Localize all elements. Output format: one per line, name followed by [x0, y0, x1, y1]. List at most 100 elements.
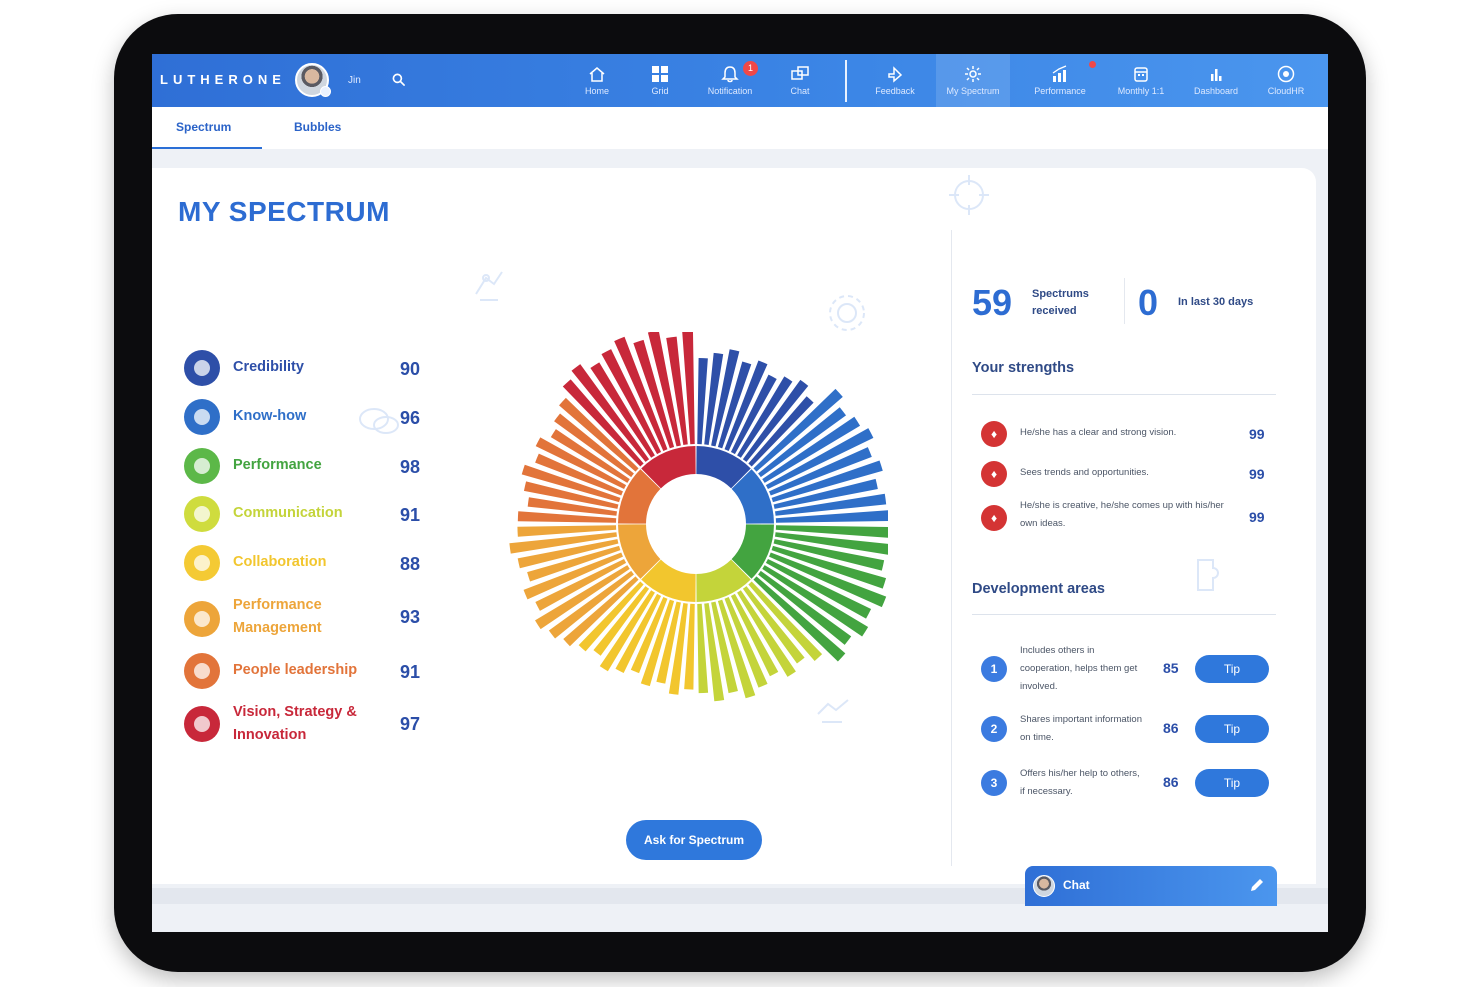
strength-icon: ♦	[981, 461, 1007, 487]
strength-text: Sees trends and opportunities.	[1020, 467, 1149, 478]
category-label: Performance Management	[233, 597, 322, 636]
strength-text: He/she is creative, he/she comes up with…	[1020, 500, 1224, 529]
development-divider	[972, 614, 1276, 615]
leadership-icon	[184, 653, 220, 689]
category-label: Know-how	[233, 408, 307, 424]
strength-icon: ♦	[981, 505, 1007, 531]
nav-performance[interactable]: Performance	[1023, 54, 1097, 107]
category-value: 97	[400, 714, 421, 734]
nav-chat-label: Chat	[790, 86, 810, 96]
category-value: 98	[400, 457, 421, 477]
brain-decoration-icon	[949, 175, 989, 215]
category-communication[interactable]: Communication 91	[184, 496, 434, 534]
development-text: Includes others in cooperation, helps th…	[1020, 645, 1138, 692]
ask-for-spectrum-button[interactable]: Ask for Spectrum	[626, 820, 762, 860]
spectrum-card: MY SPECTRUM Credibility 90 Know-how 96 P…	[152, 168, 1316, 884]
nav-my-spectrum-label: My Spectrum	[946, 86, 1000, 96]
brand-logo[interactable]: LUTHERONE	[160, 72, 286, 87]
credibility-icon	[184, 350, 220, 386]
nav-my-spectrum[interactable]: My Spectrum	[936, 54, 1010, 107]
top-navigation-bar: LUTHERONE Jin Home Grid 1 Notification C…	[152, 54, 1328, 107]
category-label: Vision, Strategy & Innovation	[233, 704, 357, 743]
chat-avatar	[1033, 875, 1055, 897]
stats-separator	[1124, 278, 1125, 324]
communication-icon	[184, 496, 220, 532]
category-vision-strategy-innovation[interactable]: Vision, Strategy & Innovation 97	[184, 701, 434, 751]
app-screen: LUTHERONE Jin Home Grid 1 Notification C…	[152, 54, 1328, 932]
nav-grid[interactable]: Grid	[623, 54, 697, 107]
panel-divider	[951, 230, 952, 866]
lightbulb-icon	[184, 399, 220, 435]
collaboration-icon	[184, 545, 220, 581]
performance-badge-icon	[1089, 61, 1096, 68]
home-icon	[589, 67, 605, 82]
strength-text: He/she has a clear and strong vision.	[1020, 427, 1177, 438]
nav-divider	[845, 60, 847, 102]
calendar-icon	[1134, 67, 1148, 82]
user-name[interactable]: Jin	[348, 75, 361, 86]
spectrum-icon	[965, 66, 981, 82]
tip-button[interactable]: Tip	[1195, 655, 1269, 683]
tip-button[interactable]: Tip	[1195, 769, 1269, 797]
category-value: 90	[400, 359, 421, 379]
grid-icon	[652, 66, 668, 82]
nav-dashboard[interactable]: Dashboard	[1179, 54, 1253, 107]
nav-cloudhr-label: CloudHR	[1267, 86, 1305, 96]
development-value: 85	[1163, 660, 1179, 676]
nav-notification[interactable]: 1 Notification	[693, 54, 767, 107]
nav-notification-label: Notification	[707, 86, 753, 96]
tab-bubbles[interactable]: Bubbles	[294, 120, 341, 134]
dashboard-icon	[1211, 69, 1222, 81]
chat-bar[interactable]: Chat	[1025, 866, 1277, 906]
category-label: People leadership	[233, 662, 358, 678]
category-label: Credibility	[233, 359, 304, 375]
tab-spectrum[interactable]: Spectrum	[176, 120, 231, 134]
strength-value: 99	[1249, 466, 1265, 482]
spectrums-received-label-1: Spectrums	[1032, 288, 1089, 300]
feedback-icon	[888, 66, 903, 83]
rocket-icon	[184, 706, 220, 742]
avatar-status-icon	[320, 86, 331, 97]
bell-icon	[721, 66, 739, 83]
recent-spectrums-label: In last 30 days	[1178, 296, 1254, 308]
category-credibility[interactable]: Credibility 90	[184, 350, 434, 388]
page-title: MY SPECTRUM	[178, 196, 390, 227]
category-know-how[interactable]: Know-how 96	[184, 399, 434, 437]
spectrums-received-label-2: received	[1032, 305, 1077, 317]
strengths-title: Your strengths	[972, 360, 1075, 376]
category-value: 96	[400, 408, 421, 428]
nav-feedback[interactable]: Feedback	[858, 54, 932, 107]
nav-cloudhr[interactable]: CloudHR	[1249, 54, 1323, 107]
category-performance-management[interactable]: Performance Management 93	[184, 593, 434, 643]
tip-button[interactable]: Tip	[1195, 715, 1269, 743]
chat-label: Chat	[1063, 878, 1090, 892]
edit-icon[interactable]	[1249, 877, 1265, 893]
development-value: 86	[1163, 774, 1179, 790]
gear-decoration-icon	[829, 295, 865, 331]
tab-bar: Spectrum Bubbles	[152, 107, 1328, 149]
development-text: Shares important information on time.	[1020, 714, 1142, 743]
category-value: 93	[400, 607, 421, 627]
rank-badge: 2	[981, 716, 1007, 742]
performance-chart-icon	[184, 448, 220, 484]
puzzle-decoration-icon	[1197, 559, 1219, 591]
development-value: 86	[1163, 720, 1179, 736]
development-title: Development areas	[972, 581, 1105, 597]
nav-monthly[interactable]: Monthly 1:1	[1104, 54, 1178, 107]
category-label: Performance	[233, 457, 322, 473]
nav-feedback-label: Feedback	[875, 86, 915, 96]
nav-dashboard-label: Dashboard	[1193, 86, 1239, 96]
category-people-leadership[interactable]: People leadership 91	[184, 653, 434, 691]
search-icon[interactable]	[392, 73, 405, 86]
strength-value: 99	[1249, 426, 1265, 442]
category-value: 91	[400, 662, 421, 682]
spectrums-received-count: 59	[972, 282, 1013, 323]
active-tab-indicator	[152, 147, 262, 149]
hands-decoration-icon	[475, 271, 503, 301]
nav-chat[interactable]: Chat	[763, 54, 837, 107]
category-collaboration[interactable]: Collaboration 88	[184, 545, 434, 583]
category-performance[interactable]: Performance 98	[184, 448, 434, 486]
chat-icon	[791, 66, 809, 80]
strength-icon: ♦	[981, 421, 1007, 447]
nav-performance-label: Performance	[1034, 86, 1086, 96]
